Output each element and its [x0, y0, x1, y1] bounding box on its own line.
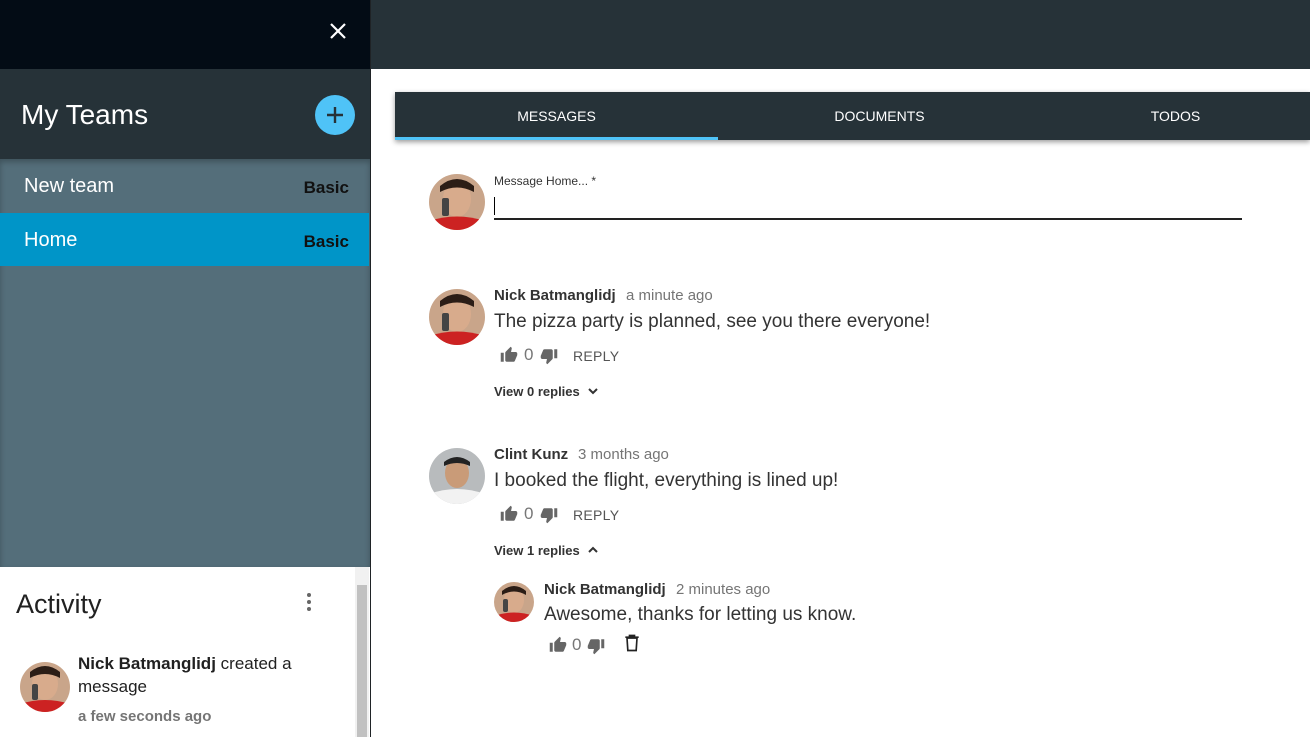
team-name: Home: [24, 229, 78, 251]
text-cursor: [494, 197, 495, 215]
tab-documents[interactable]: DOCUMENTS: [718, 92, 1041, 140]
message-author: Clint Kunz: [494, 446, 569, 463]
team-name: New team: [24, 175, 115, 197]
reply-author: Nick Batmanglidj: [544, 581, 666, 598]
avatar: [494, 582, 534, 622]
like-count: 0: [572, 635, 582, 654]
close-icon[interactable]: [326, 19, 350, 43]
delete-icon[interactable]: [622, 633, 642, 653]
message-input[interactable]: [494, 192, 1242, 220]
app-topbar: [371, 0, 1310, 69]
message-input-label: Message Home... *: [494, 174, 597, 188]
thumb-up-icon[interactable]: [500, 505, 518, 523]
thumb-down-icon[interactable]: [587, 637, 605, 655]
add-team-button[interactable]: [315, 95, 355, 135]
activity-time: a few seconds ago: [78, 708, 212, 725]
message-author: Nick Batmanglidj: [494, 287, 616, 304]
scrollbar-thumb[interactable]: [357, 585, 367, 737]
view-replies-label: View 0 replies: [494, 384, 580, 399]
message-text: I booked the flight, everything is lined…: [494, 470, 839, 491]
avatar: [429, 174, 485, 230]
avatar: [429, 448, 485, 504]
thumb-up-icon[interactable]: [549, 636, 567, 654]
activity-panel: Activity Nick Batmanglidj created a mess…: [0, 567, 370, 737]
tab-indicator: [395, 137, 718, 140]
team-item-home[interactable]: Home Basic: [0, 213, 369, 266]
thumb-down-icon[interactable]: [540, 506, 558, 524]
thumb-down-icon[interactable]: [540, 347, 558, 365]
activity-scrollbar[interactable]: [355, 567, 369, 737]
like-count: 0: [524, 504, 534, 523]
view-replies-toggle[interactable]: View 0 replies: [494, 384, 599, 399]
activity-text: Nick Batmanglidj created a message: [78, 652, 328, 698]
team-plan: Basic: [303, 232, 349, 251]
like-count: 0: [524, 345, 534, 364]
teams-list: New team Basic Home Basic: [0, 159, 370, 567]
message-time: 3 months ago: [578, 446, 669, 463]
avatar: [429, 289, 485, 345]
view-replies-label: View 1 replies: [494, 543, 580, 558]
plus-icon: [327, 107, 343, 123]
message-text: The pizza party is planned, see you ther…: [494, 311, 931, 332]
chevron-down-icon: [588, 388, 599, 395]
avatar: [20, 662, 70, 712]
teams-title: My Teams: [21, 99, 149, 130]
reply-button[interactable]: REPLY: [573, 507, 619, 523]
more-vert-icon[interactable]: [298, 591, 320, 613]
team-plan: Basic: [303, 178, 349, 197]
tab-messages[interactable]: MESSAGES: [395, 92, 718, 140]
sidebar: My Teams New team Basic Home Basic Activ…: [0, 0, 371, 737]
reply-button[interactable]: REPLY: [573, 348, 619, 364]
chevron-up-icon: [588, 546, 599, 553]
reply-time: 2 minutes ago: [676, 581, 771, 598]
activity-actor: Nick Batmanglidj: [78, 654, 216, 673]
message-time: a minute ago: [626, 287, 713, 304]
activity-title: Activity: [16, 589, 102, 619]
team-item-new-team[interactable]: New team Basic: [0, 159, 369, 212]
tab-todos[interactable]: TODOS: [1041, 92, 1310, 140]
reply-text: Awesome, thanks for letting us know.: [544, 604, 857, 625]
thumb-up-icon[interactable]: [500, 346, 518, 364]
view-replies-toggle[interactable]: View 1 replies: [494, 543, 599, 558]
tab-bar: MESSAGES DOCUMENTS TODOS: [395, 92, 1310, 140]
sidebar-topbar: [0, 0, 370, 69]
